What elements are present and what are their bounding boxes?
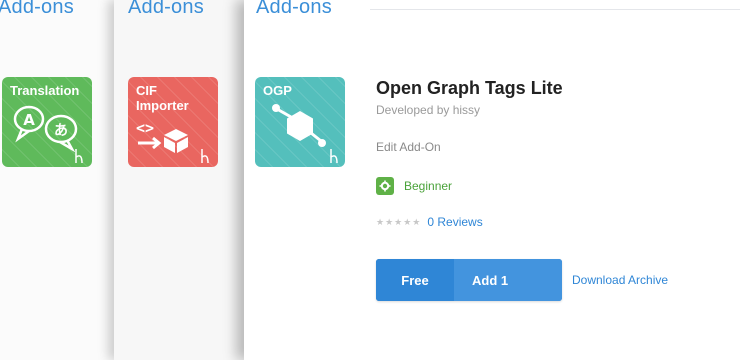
panel-title: Add-ons <box>0 0 74 18</box>
import-code-icon: <> <box>136 119 209 164</box>
star-rating-icon: ★★★★★ <box>376 216 422 227</box>
svg-text:<>: <> <box>136 119 154 137</box>
download-archive-link[interactable]: Download Archive <box>572 273 668 287</box>
ogp-addon-tile[interactable]: OGP <box>255 77 345 167</box>
add-to-site-button[interactable]: Free Add 1 <box>376 259 562 301</box>
addon-developer: Developed by hissy <box>376 103 481 117</box>
skill-level: Beginner <box>376 177 452 195</box>
reviews-link[interactable]: 0 Reviews <box>427 215 482 229</box>
svg-text:A: A <box>23 111 35 129</box>
add-count-label: Add 1 <box>454 259 562 301</box>
panel-title: Add-ons <box>256 0 332 18</box>
price-label: Free <box>376 259 454 301</box>
svg-text:あ: あ <box>54 123 68 139</box>
rating: ★★★★★ 0 Reviews <box>376 215 483 229</box>
speech-bubbles-icon: A あ <box>13 105 83 164</box>
gear-icon <box>376 177 394 195</box>
skill-level-label: Beginner <box>404 179 453 193</box>
addons-panel-back: Add-ons Translation A あ <box>0 0 116 360</box>
hexagon-graph-icon <box>272 104 338 164</box>
divider <box>370 9 740 10</box>
edit-addon-link[interactable]: Edit Add-On <box>376 140 441 154</box>
addon-title: Open Graph Tags Lite <box>376 78 563 98</box>
translation-addon-tile[interactable]: Translation A あ <box>2 77 92 167</box>
panel-title: Add-ons <box>128 0 204 18</box>
cif-importer-addon-tile[interactable]: CIF Importer <> <box>128 77 218 167</box>
addons-panel-middle: Add-ons CIF Importer <> <box>114 0 246 360</box>
addon-detail-panel: Add-ons OGP Open Graph Tags Lite Develop… <box>244 0 740 360</box>
